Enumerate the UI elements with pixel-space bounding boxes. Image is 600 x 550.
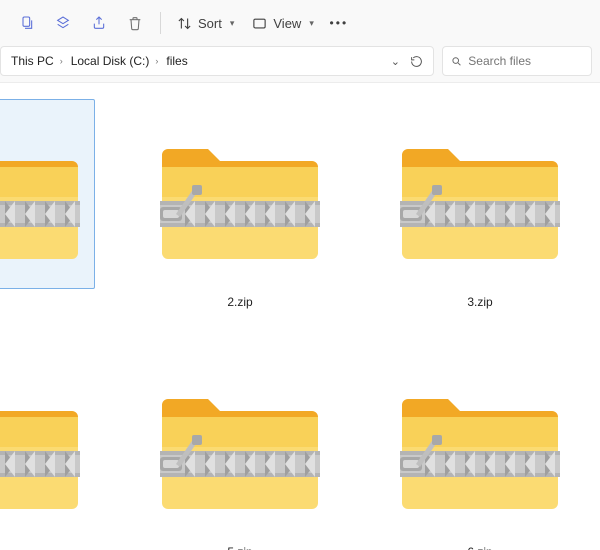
- breadcrumb-item[interactable]: Local Disk (C:)›: [69, 54, 165, 68]
- search-icon: [451, 55, 462, 68]
- separator: [160, 12, 161, 34]
- view-label: View: [273, 16, 301, 31]
- breadcrumb-item[interactable]: This PC›: [9, 54, 69, 68]
- ellipsis-icon: •••: [330, 16, 349, 30]
- file-thumbnail: [145, 349, 335, 539]
- file-label: 2.zip: [227, 295, 252, 309]
- file-item[interactable]: 3.zip: [360, 93, 600, 343]
- more-button[interactable]: •••: [324, 6, 354, 40]
- file-label: 3.zip: [467, 295, 492, 309]
- chevron-down-icon: ▾: [309, 18, 314, 29]
- file-item[interactable]: [0, 93, 120, 343]
- chevron-right-icon: ›: [155, 56, 158, 66]
- file-explorer-window: Sort ▾ View ▾ ••• This PC› Local Disk (C…: [0, 0, 600, 550]
- address-bar-row: This PC› Local Disk (C:)› files ⌄: [0, 46, 600, 82]
- zip-folder-icon: [0, 379, 80, 509]
- breadcrumb[interactable]: This PC› Local Disk (C:)› files ⌄: [0, 46, 434, 76]
- command-bar: Sort ▾ View ▾ •••: [0, 0, 600, 46]
- zip-folder-icon: [160, 129, 320, 259]
- view-icon: [252, 16, 267, 31]
- share-button[interactable]: [82, 6, 116, 40]
- chevron-down-icon: ▾: [230, 18, 235, 29]
- zip-folder-icon: [0, 129, 80, 259]
- view-dropdown[interactable]: View ▾: [244, 6, 321, 40]
- file-item[interactable]: 6.zip: [360, 343, 600, 550]
- zip-folder-icon: [400, 129, 560, 259]
- file-item[interactable]: [0, 343, 120, 550]
- sort-label: Sort: [198, 16, 222, 31]
- file-thumbnail: [145, 99, 335, 289]
- file-item[interactable]: 2.zip: [120, 93, 360, 343]
- breadcrumb-item[interactable]: files: [164, 54, 189, 68]
- file-pane[interactable]: 2.zip 3.zip 5.zip 6.zip: [0, 82, 600, 550]
- sort-icon: [177, 16, 192, 31]
- file-grid: 2.zip 3.zip 5.zip 6.zip: [0, 93, 600, 550]
- chevron-right-icon: ›: [60, 56, 63, 66]
- copy-button[interactable]: [46, 6, 80, 40]
- file-item[interactable]: 5.zip: [120, 343, 360, 550]
- zip-folder-icon: [160, 379, 320, 509]
- delete-button[interactable]: [118, 6, 152, 40]
- chevron-down-icon[interactable]: ⌄: [391, 55, 400, 68]
- search-input[interactable]: [468, 54, 583, 68]
- file-label: 6.zip: [467, 545, 492, 550]
- file-thumbnail: [385, 349, 575, 539]
- zip-folder-icon: [400, 379, 560, 509]
- file-thumbnail: [385, 99, 575, 289]
- file-thumbnail: [0, 99, 95, 289]
- file-thumbnail: [0, 349, 95, 539]
- search-box[interactable]: [442, 46, 592, 76]
- file-label: 5.zip: [227, 545, 252, 550]
- cut-button[interactable]: [10, 6, 44, 40]
- refresh-icon[interactable]: [410, 55, 423, 68]
- sort-dropdown[interactable]: Sort ▾: [169, 6, 242, 40]
- path-actions: ⌄: [391, 55, 429, 68]
